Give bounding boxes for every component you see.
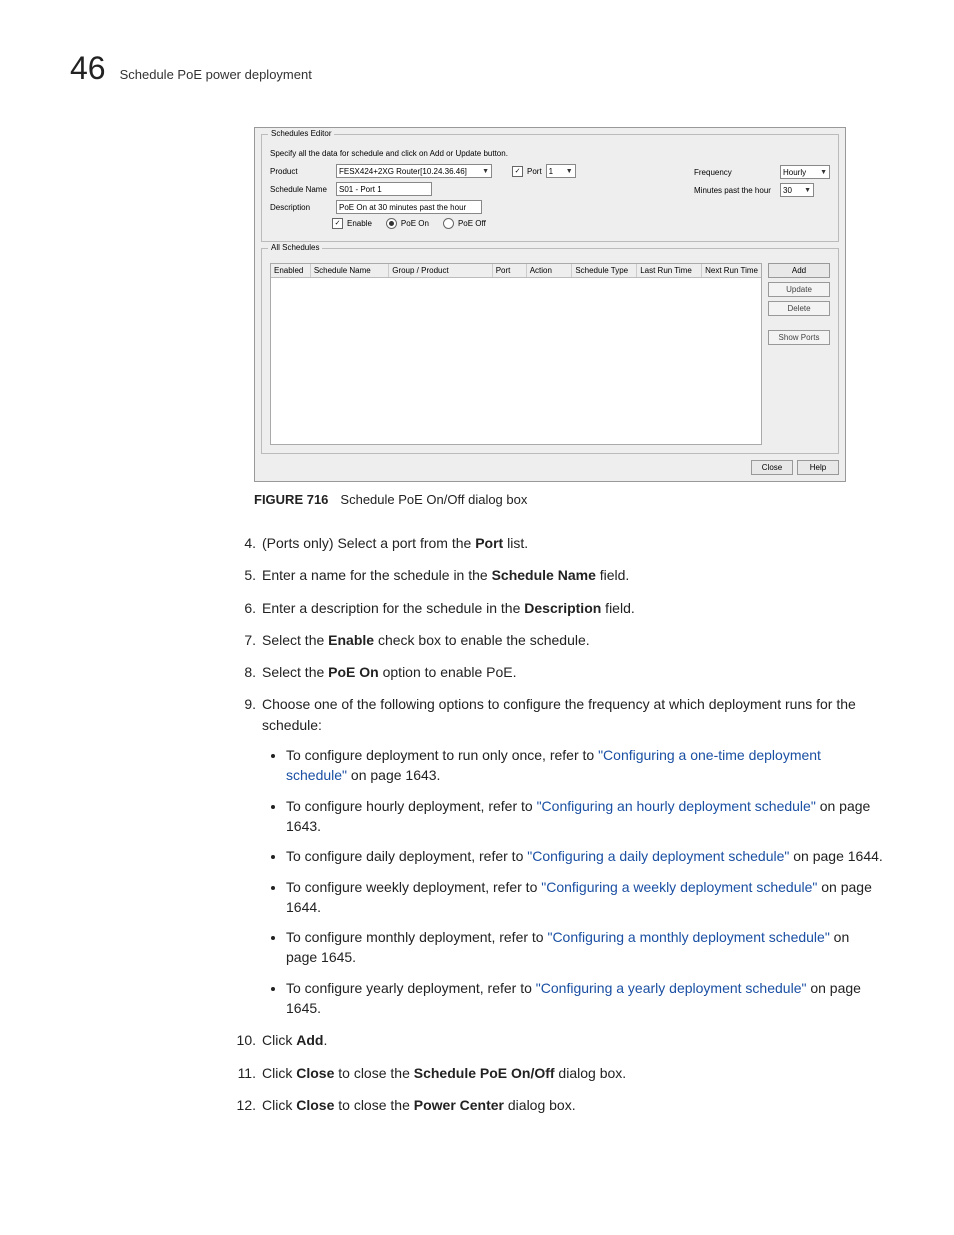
port-checkbox-label: Port (527, 167, 542, 176)
close-button[interactable]: Close (751, 460, 793, 475)
all-schedules-legend: All Schedules (268, 243, 322, 252)
figure-caption: FIGURE 716 Schedule PoE On/Off dialog box (254, 492, 884, 507)
poe-on-label: PoE On (401, 219, 429, 228)
minutes-value: 30 (783, 186, 792, 195)
sub-item: To configure hourly deployment, refer to… (286, 796, 884, 837)
step-11: Click Close to close the Schedule PoE On… (230, 1063, 884, 1083)
minutes-label: Minutes past the hour (694, 186, 774, 195)
link-hourly[interactable]: "Configuring an hourly deployment schedu… (537, 798, 816, 814)
col-action[interactable]: Action (527, 264, 573, 277)
chevron-down-icon: ▼ (482, 168, 489, 175)
col-last-run[interactable]: Last Run Time (637, 264, 702, 277)
step-10: Click Add. (230, 1030, 884, 1050)
step-12: Click Close to close the Power Center di… (230, 1095, 884, 1115)
chevron-down-icon: ▼ (820, 169, 827, 176)
frequency-label: Frequency (694, 168, 774, 177)
editor-instruction: Specify all the data for schedule and cl… (270, 149, 830, 158)
port-combo[interactable]: 1▼ (546, 164, 576, 178)
description-input[interactable]: PoE On at 30 minutes past the hour (336, 200, 482, 214)
enable-checkbox[interactable]: ✓ (332, 218, 343, 229)
schedule-name-input[interactable]: S01 - Port 1 (336, 182, 432, 196)
step-5: Enter a name for the schedule in the Sch… (230, 565, 884, 585)
running-header: 46 Schedule PoE power deployment (70, 50, 884, 87)
step-7: Select the Enable check box to enable th… (230, 630, 884, 650)
sub-item: To configure yearly deployment, refer to… (286, 978, 884, 1019)
chapter-title: Schedule PoE power deployment (120, 67, 312, 82)
step-9-lead: Choose one of the following options to c… (262, 696, 856, 732)
frequency-value: Hourly (783, 168, 806, 177)
link-monthly[interactable]: "Configuring a monthly deployment schedu… (547, 929, 829, 945)
product-value: FESX424+2XG Router[10.24.36.46] (339, 167, 467, 176)
chevron-down-icon: ▼ (566, 168, 573, 175)
step-8: Select the PoE On option to enable PoE. (230, 662, 884, 682)
table-header-row: Enabled Schedule Name Group / Product Po… (271, 264, 761, 278)
poe-on-radio[interactable] (386, 218, 397, 229)
col-enabled[interactable]: Enabled (271, 264, 311, 277)
link-weekly[interactable]: "Configuring a weekly deployment schedul… (541, 879, 817, 895)
description-label: Description (270, 203, 332, 212)
step-9-sublist: To configure deployment to run only once… (286, 745, 884, 1018)
instruction-list: (Ports only) Select a port from the Port… (230, 533, 884, 1115)
product-combo[interactable]: FESX424+2XG Router[10.24.36.46] ▼ (336, 164, 492, 178)
step-4: (Ports only) Select a port from the Port… (230, 533, 884, 553)
schedule-name-label: Schedule Name (270, 185, 332, 194)
poe-off-radio[interactable] (443, 218, 454, 229)
port-value: 1 (549, 167, 553, 176)
poe-off-label: PoE Off (458, 219, 486, 228)
enable-label: Enable (347, 219, 372, 228)
port-checkbox[interactable]: ✓ (512, 166, 523, 177)
editor-legend: Schedules Editor (268, 129, 334, 138)
schedule-poe-dialog: Schedules Editor Specify all the data fo… (254, 127, 846, 482)
show-ports-button[interactable]: Show Ports (768, 330, 830, 345)
col-next-run[interactable]: Next Run Time (702, 264, 761, 277)
delete-button[interactable]: Delete (768, 301, 830, 316)
col-port[interactable]: Port (493, 264, 527, 277)
schedule-name-value: S01 - Port 1 (339, 185, 382, 194)
table-button-column: Add Update Delete Show Ports (768, 263, 830, 445)
frequency-combo[interactable]: Hourly ▼ (780, 165, 830, 179)
schedules-editor-fieldset: Schedules Editor Specify all the data fo… (261, 134, 839, 242)
col-schedule-name[interactable]: Schedule Name (311, 264, 389, 277)
dialog-footer: Close Help (261, 460, 839, 475)
chevron-down-icon: ▼ (804, 187, 811, 194)
figure-caption-text: Schedule PoE On/Off dialog box (340, 492, 527, 507)
col-schedule-type[interactable]: Schedule Type (572, 264, 637, 277)
product-label: Product (270, 167, 332, 176)
figure-number: FIGURE 716 (254, 492, 328, 507)
sub-item: To configure daily deployment, refer to … (286, 846, 884, 866)
step-6: Enter a description for the schedule in … (230, 598, 884, 618)
link-yearly[interactable]: "Configuring a yearly deployment schedul… (536, 980, 807, 996)
frequency-block: Frequency Hourly▼ Minutes past the hour … (694, 165, 830, 201)
chapter-number: 46 (70, 50, 106, 87)
schedules-table[interactable]: Enabled Schedule Name Group / Product Po… (270, 263, 762, 445)
link-daily[interactable]: "Configuring a daily deployment schedule… (527, 848, 789, 864)
col-group-product[interactable]: Group / Product (389, 264, 492, 277)
description-value: PoE On at 30 minutes past the hour (339, 203, 466, 212)
add-button[interactable]: Add (768, 263, 830, 278)
sub-item: To configure deployment to run only once… (286, 745, 884, 786)
step-9: Choose one of the following options to c… (230, 694, 884, 1018)
minutes-combo[interactable]: 30 ▼ (780, 183, 814, 197)
sub-item: To configure weekly deployment, refer to… (286, 877, 884, 918)
sub-item: To configure monthly deployment, refer t… (286, 927, 884, 968)
update-button[interactable]: Update (768, 282, 830, 297)
all-schedules-fieldset: All Schedules Enabled Schedule Name Grou… (261, 248, 839, 454)
help-button[interactable]: Help (797, 460, 839, 475)
